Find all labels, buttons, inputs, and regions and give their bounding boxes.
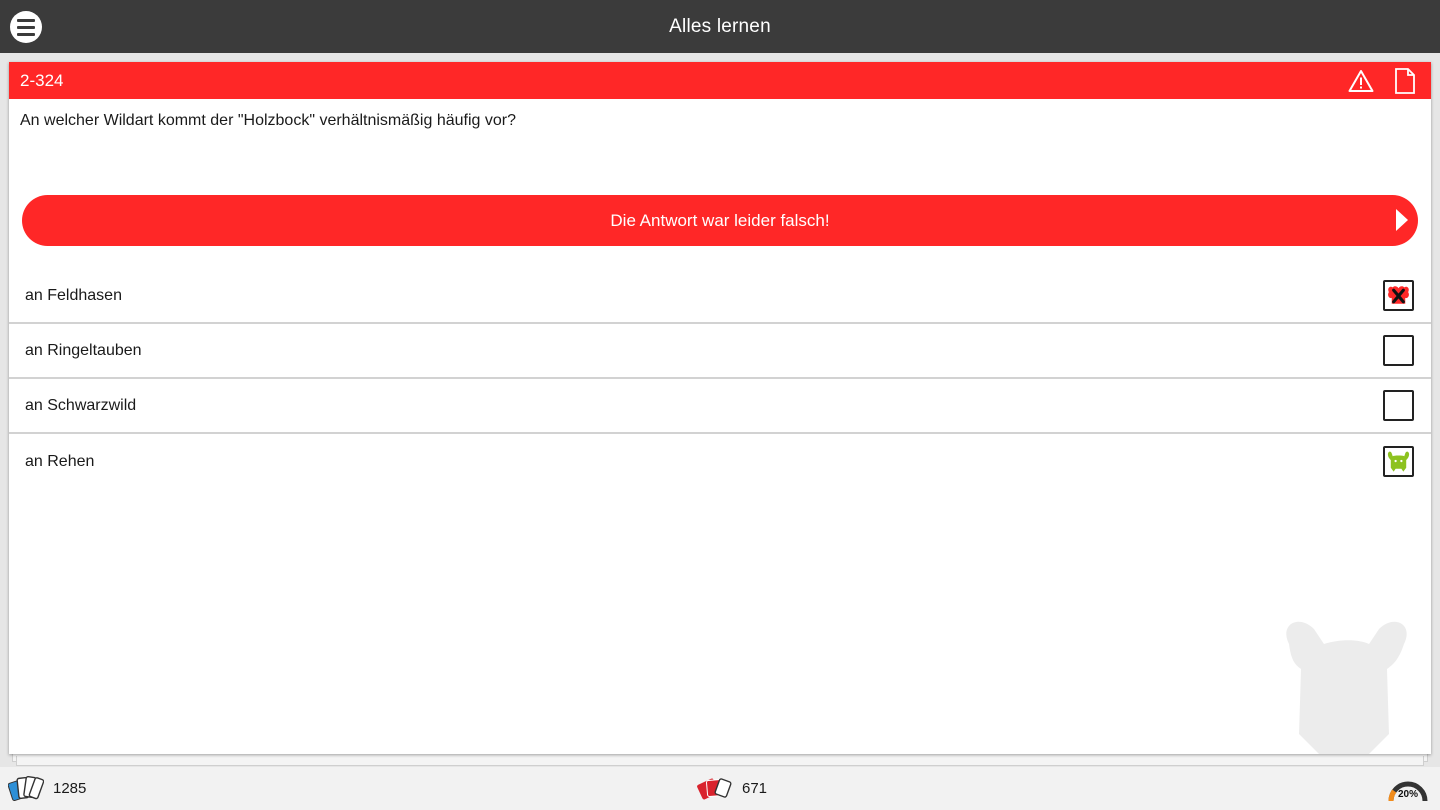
- warning-triangle-icon: [1348, 69, 1374, 92]
- page-title: Alles lernen: [669, 15, 771, 37]
- note-button[interactable]: [1390, 66, 1420, 96]
- hamburger-menu-icon: [17, 18, 35, 22]
- note-page-icon: [1395, 67, 1415, 94]
- menu-button[interactable]: [10, 11, 42, 43]
- chevron-right-icon: [1396, 209, 1408, 231]
- report-button[interactable]: [1346, 66, 1376, 96]
- answer-checkbox[interactable]: [1383, 446, 1414, 477]
- total-cards-counter[interactable]: 1285: [8, 775, 86, 801]
- answer-option[interactable]: an Feldhasen: [9, 269, 1431, 324]
- answer-checkbox[interactable]: [1383, 280, 1414, 311]
- wrong-mark-icon: [1388, 285, 1409, 304]
- answer-label: an Feldhasen: [25, 286, 122, 304]
- result-label: Die Antwort war leider falsch!: [610, 210, 830, 230]
- answer-label: an Schwarzwild: [25, 396, 137, 414]
- progress-gauge[interactable]: 20%: [1386, 772, 1430, 806]
- progress-label: 20%: [1397, 789, 1418, 800]
- card-stack-icon: [8, 775, 44, 801]
- total-count: 1285: [53, 779, 87, 797]
- answer-option[interactable]: an Rehen: [9, 434, 1431, 489]
- answer-checkbox[interactable]: [1383, 390, 1414, 421]
- question-card: 2-324 An welcher Wildart kommt der "Holz…: [9, 62, 1431, 754]
- answer-checkbox[interactable]: [1383, 335, 1414, 366]
- answer-label: an Rehen: [25, 452, 95, 470]
- question-text: An welcher Wildart kommt der "Holzbock" …: [20, 112, 516, 129]
- wrong-cards-counter[interactable]: 671: [697, 775, 767, 801]
- answer-label: an Ringeltauben: [25, 341, 142, 359]
- top-app-bar: Alles lernen: [0, 0, 1440, 53]
- boar-watermark-icon: [1286, 621, 1407, 754]
- card-header: 2-324: [9, 62, 1431, 99]
- card-stack-edge: [16, 756, 1424, 766]
- answer-list: an Feldhasen an Ringeltauben an Schwarzw…: [9, 269, 1431, 489]
- wrong-count: 671: [742, 779, 768, 797]
- answer-option[interactable]: an Ringeltauben: [9, 324, 1431, 379]
- correct-boar-icon: [1387, 451, 1410, 472]
- result-next-button[interactable]: Die Antwort war leider falsch!: [22, 195, 1418, 246]
- answer-option[interactable]: an Schwarzwild: [9, 379, 1431, 434]
- question-id: 2-324: [20, 70, 64, 90]
- bottom-status-bar: 1285 671 20%: [0, 767, 1440, 810]
- wrong-cards-icon: [697, 778, 732, 800]
